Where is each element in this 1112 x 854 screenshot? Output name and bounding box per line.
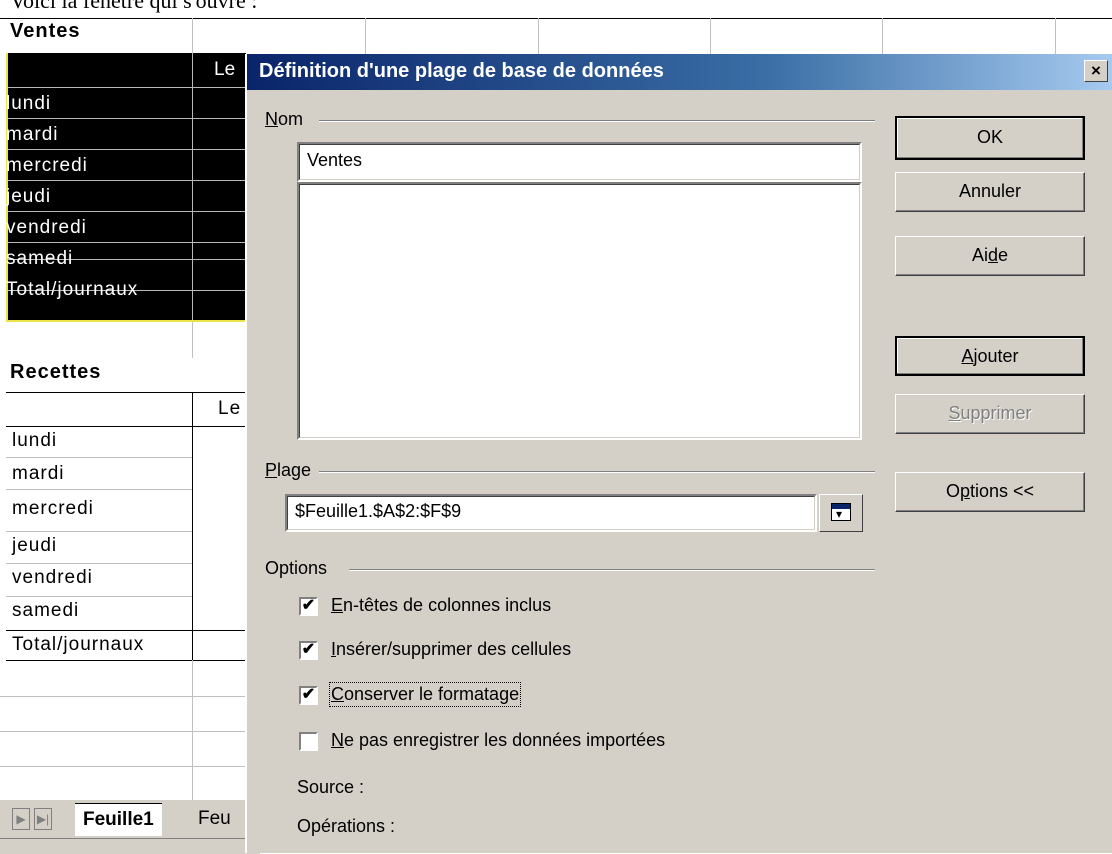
operations-label: Opérations : [297, 816, 396, 836]
table2-row-total[interactable]: Total/journaux [12, 634, 144, 656]
sheet-tab-other[interactable]: Feu [190, 803, 239, 835]
table2-row[interactable]: samedi [12, 600, 79, 622]
grid-row-line [0, 731, 246, 732]
close-icon[interactable]: × [1084, 60, 1108, 82]
table2-row[interactable]: lundi [12, 430, 57, 452]
name-input[interactable]: Ventes [297, 142, 862, 182]
name-input-value: Ventes [307, 150, 363, 170]
define-database-range-dialog: Définition d'une plage de base de donnée… [245, 54, 1112, 853]
grid-row-line [6, 457, 192, 458]
shrink-dialog-icon [831, 503, 851, 521]
grid-col-line [192, 322, 193, 358]
name-group-line [319, 120, 875, 122]
table2-top-border [6, 392, 246, 393]
table1-row[interactable]: vendredi [6, 212, 192, 243]
range-input-value: $Feuille1.$A$2:$F$9 [295, 501, 462, 521]
grid-row-line [6, 489, 192, 490]
table1-row[interactable]: jeudi [6, 181, 192, 212]
table2-title[interactable]: Recettes [10, 361, 101, 383]
table1-row[interactable]: mardi [6, 119, 192, 150]
delete-button[interactable]: Supprimer [895, 394, 1085, 434]
selection-col-line [192, 53, 193, 321]
checkbox-dont-save-imported[interactable] [299, 732, 318, 751]
grid-top-border [0, 18, 1112, 19]
checkbox-column-headers[interactable]: ✔ [299, 597, 318, 616]
add-button[interactable]: Ajouter [895, 336, 1085, 376]
grid-col-line [710, 18, 711, 54]
table2-col-header[interactable]: Le [218, 398, 241, 420]
table2-row[interactable]: jeudi [12, 535, 57, 557]
range-input[interactable]: $Feuille1.$A$2:$F$9 [285, 494, 817, 532]
grid-row-line [6, 563, 192, 564]
options-group-label: Options [265, 558, 332, 579]
status-bar [0, 838, 260, 854]
table1-row[interactable]: samedi [6, 243, 192, 274]
range-group-label: Plage [265, 460, 316, 481]
help-button[interactable]: Aide [895, 236, 1085, 276]
table1-row[interactable]: lundi [6, 88, 192, 119]
table2-total-border [6, 630, 246, 631]
options-toggle-button[interactable]: Options << [895, 472, 1085, 512]
grid-col-line [882, 18, 883, 54]
options-group-line [349, 569, 875, 571]
existing-ranges-list[interactable] [297, 182, 862, 440]
table1-col-header[interactable]: Le [214, 54, 235, 85]
dialog-titlebar[interactable]: Définition d'une plage de base de donnée… [247, 54, 1112, 90]
table2-header-border [6, 426, 246, 427]
selection-edge [6, 320, 246, 322]
tab-scroll-first-icon[interactable]: ▶ [12, 808, 30, 830]
table1-row-total[interactable]: Total/journaux [6, 274, 192, 305]
grid-row-line [6, 531, 192, 532]
cancel-button[interactable]: Annuler [895, 172, 1085, 212]
checkbox-keep-formatting[interactable]: ✔ [299, 686, 318, 705]
grid-row-line [6, 596, 192, 597]
grid-col-line [365, 18, 366, 54]
table2-row[interactable]: vendredi [12, 567, 93, 589]
checkbox-dont-save-imported-label[interactable]: Ne pas enregistrer les données importées [331, 730, 665, 751]
range-picker-button[interactable] [819, 494, 863, 532]
sheet-tab-feuille1[interactable]: Feuille1 [75, 803, 162, 836]
grid-col-line [1055, 18, 1056, 54]
grid-row-line [0, 766, 246, 767]
table2-row[interactable]: mercredi [12, 498, 94, 520]
table2-col-border [192, 392, 193, 660]
checkbox-keep-formatting-label[interactable]: Conserver le formatage [328, 682, 522, 707]
checkbox-insert-delete-cells[interactable]: ✔ [299, 641, 318, 660]
tab-scroll-last-icon[interactable]: ▶| [34, 808, 52, 830]
table1-title[interactable]: Ventes [10, 20, 80, 42]
table1-row[interactable]: mercredi [6, 150, 192, 181]
table2-row[interactable]: mardi [12, 463, 65, 485]
table2-bottom-border [6, 660, 246, 661]
name-group-label: Nom [265, 109, 308, 130]
checkbox-insert-delete-cells-label[interactable]: Insérer/supprimer des cellules [331, 639, 571, 660]
grid-col-line [538, 18, 539, 54]
dialog-title: Définition d'une plage de base de donnée… [259, 60, 664, 82]
grid-col-line [192, 18, 193, 54]
grid-row-line [0, 696, 246, 697]
range-group-line [319, 471, 875, 473]
checkbox-column-headers-label[interactable]: En-têtes de colonnes inclus [331, 595, 551, 616]
grid-col-line [192, 660, 193, 800]
source-label: Source : [297, 777, 365, 797]
ok-button[interactable]: OK [895, 116, 1085, 160]
